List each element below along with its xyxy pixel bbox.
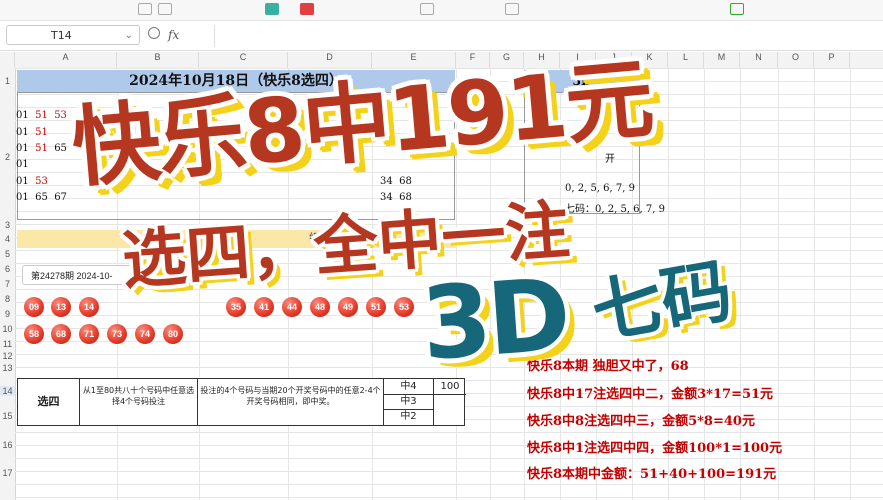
draw-ball: 58 <box>24 324 44 344</box>
draw-ball: 35 <box>226 297 246 317</box>
function-icon[interactable]: fx <box>168 28 179 42</box>
draw-ball: 71 <box>79 324 99 344</box>
win-line: 快乐8中8注选四中三，金额5*8=40元 <box>527 414 755 429</box>
row-header[interactable]: 17 <box>0 468 15 478</box>
draw-ball: 53 <box>394 297 414 317</box>
grid-line <box>850 68 851 500</box>
row-header[interactable]: 6 <box>0 264 15 274</box>
column-header-b[interactable]: B <box>117 52 199 68</box>
ribbon-toolbar <box>0 0 883 21</box>
pick-row: 01 65 67 <box>16 192 67 203</box>
format-icon[interactable] <box>158 3 172 15</box>
column-header-a[interactable]: A <box>15 52 117 68</box>
draw-ball: 80 <box>163 324 183 344</box>
draw-ball: 51 <box>366 297 386 317</box>
draw-ball: 74 <box>135 324 155 344</box>
level-cell: 中2 <box>400 411 417 422</box>
column-header-l[interactable]: L <box>668 52 704 68</box>
draw-ball: 73 <box>107 324 127 344</box>
draw-ball: 13 <box>51 297 71 317</box>
column-header-p[interactable]: P <box>814 52 850 68</box>
win-line: 快乐8中17注选四中二，金额3*17=51元 <box>527 387 774 402</box>
draw-ball: 14 <box>79 297 99 317</box>
pick-row: 01 53 <box>16 176 48 187</box>
column-header-n[interactable]: N <box>740 52 778 68</box>
row-header[interactable]: 4 <box>0 234 15 244</box>
clipboard-icon[interactable] <box>138 3 152 15</box>
row-header[interactable]: 7 <box>0 279 15 289</box>
name-box[interactable]: T14 ⌄ <box>6 25 140 45</box>
pick-row: 01 <box>16 159 29 170</box>
row-header[interactable]: 10 <box>0 324 15 334</box>
row-header[interactable]: 3 <box>0 220 15 230</box>
d3-big-overlay: 3D <box>417 256 571 383</box>
wrap-icon[interactable] <box>505 3 519 15</box>
pick-row: 01 51 65 <box>16 143 67 154</box>
draw-ball: 68 <box>51 324 71 344</box>
row-header[interactable]: 1 <box>0 76 15 86</box>
draw-ball: 48 <box>310 297 330 317</box>
draw-ball: 09 <box>24 297 44 317</box>
row-header-selected[interactable]: 14 <box>0 386 15 396</box>
d3-digits: 0, 2, 5, 6, 7, 9 <box>565 183 635 194</box>
row-header[interactable]: 11 <box>0 339 15 349</box>
row-header[interactable]: 12 <box>0 351 15 361</box>
row-header[interactable]: 5 <box>0 249 15 259</box>
win-line: 快乐8中1注选四中四，金额100*1=100元 <box>527 441 783 456</box>
cell-reference: T14 <box>51 29 72 42</box>
rule-levels: 中4 中3 中2 <box>384 379 434 425</box>
row-header[interactable]: 16 <box>0 440 15 450</box>
search-icon[interactable] <box>148 27 160 39</box>
rule-prize: 投注的4个号码与当期20个开奖号码中的任意2-4个开奖号码相同，即中奖。 <box>198 379 384 425</box>
pick-row: 01 51 53 <box>16 110 67 121</box>
row-header[interactable]: 2 <box>0 152 15 162</box>
table-icon[interactable] <box>730 3 744 15</box>
fill-color-icon[interactable] <box>265 3 279 15</box>
row-header[interactable]: 13 <box>0 363 15 373</box>
rule-description: 从1至80共八十个号码中任意选择4个号码投注 <box>80 379 198 425</box>
d3-seven: 七码：0, 2, 5, 6, 7, 9 <box>565 204 665 215</box>
column-header-o[interactable]: O <box>778 52 814 68</box>
row-header[interactable]: 9 <box>0 309 15 319</box>
row-header[interactable]: 15 <box>0 411 15 421</box>
select-all-corner[interactable] <box>0 52 15 68</box>
chevron-down-icon[interactable]: ⌄ <box>125 26 133 46</box>
rules-table: 选四 从1至80共八十个号码中任意选择4个号码投注 投注的4个号码与当期20个开… <box>17 378 466 426</box>
grid-line <box>740 68 741 500</box>
draw-ball: 49 <box>338 297 358 317</box>
row-headers: 1 2 3 4 5 6 7 8 9 10 11 12 13 14 15 16 1… <box>0 68 16 500</box>
font-color-icon[interactable] <box>300 3 314 15</box>
align-icon[interactable] <box>420 3 434 15</box>
level-cell: 中3 <box>384 394 433 410</box>
rule-amount: 100 <box>434 379 466 425</box>
period-select[interactable]: 第24278期 2024-10- <box>22 265 132 285</box>
draw-ball: 44 <box>282 297 302 317</box>
grid-line <box>778 68 779 500</box>
rule-name: 选四 <box>18 379 80 425</box>
column-header-m[interactable]: M <box>704 52 740 68</box>
row-header[interactable]: 8 <box>0 294 15 304</box>
draw-ball: 41 <box>254 297 274 317</box>
pick-row: 01 51 <box>16 127 48 138</box>
win-line: 快乐8本期中金额：51+40+100=191元 <box>527 467 777 482</box>
grid-line <box>814 68 815 500</box>
